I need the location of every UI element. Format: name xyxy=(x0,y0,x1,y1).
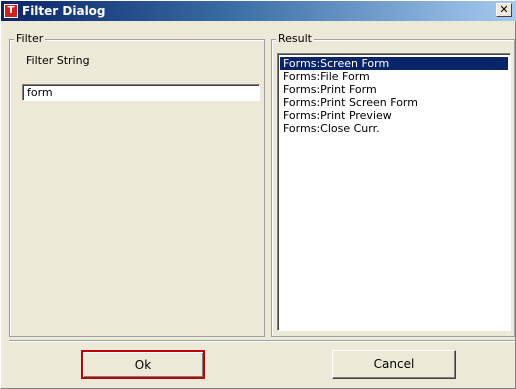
result-group-label: Result xyxy=(276,32,314,46)
filter-string-label: Filter String xyxy=(26,54,90,67)
list-item[interactable]: Forms:Screen Form xyxy=(280,57,508,70)
filter-group-label: Filter xyxy=(14,32,46,46)
filter-groupbox: Filter Filter String xyxy=(9,32,265,337)
ok-button[interactable]: Ok xyxy=(81,350,205,379)
filter-dialog-window: T Filter Dialog ✕ Filter Filter String R… xyxy=(0,0,516,389)
title-bar[interactable]: T Filter Dialog ✕ xyxy=(1,1,516,21)
cancel-button[interactable]: Cancel xyxy=(332,350,456,379)
filter-string-input[interactable] xyxy=(22,84,260,101)
result-groupbox: Result Forms:Screen Form Forms:File Form… xyxy=(271,32,515,337)
list-item[interactable]: Forms:Print Screen Form xyxy=(280,96,508,109)
divider xyxy=(9,340,515,342)
list-item[interactable]: Forms:Print Form xyxy=(280,83,508,96)
result-list[interactable]: Forms:Screen Form Forms:File Form Forms:… xyxy=(277,53,511,331)
list-item[interactable]: Forms:Print Preview xyxy=(280,109,508,122)
window-title: Filter Dialog xyxy=(22,4,106,18)
app-icon: T xyxy=(4,4,18,18)
list-item[interactable]: Forms:File Form xyxy=(280,70,508,83)
close-icon: ✕ xyxy=(499,3,509,16)
close-button[interactable]: ✕ xyxy=(496,3,512,17)
list-item[interactable]: Forms:Close Curr. xyxy=(280,122,508,135)
